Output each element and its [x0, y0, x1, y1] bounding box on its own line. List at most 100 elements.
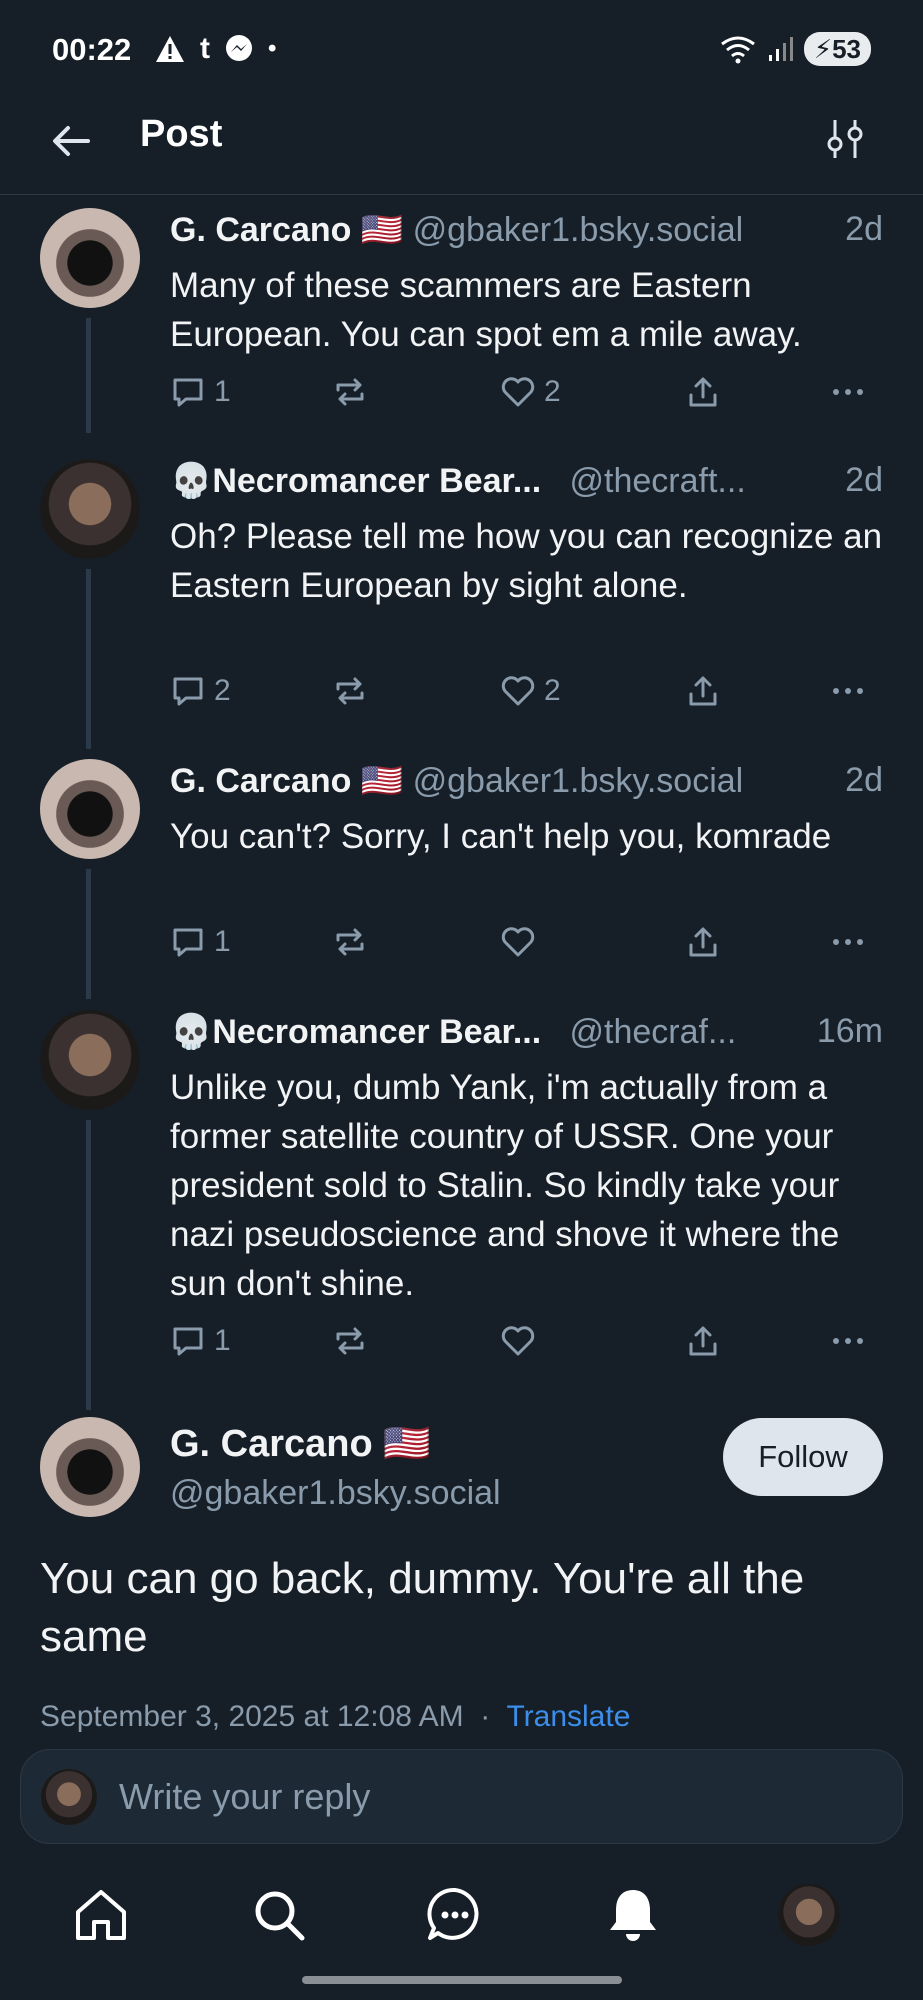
chat-icon[interactable]	[424, 1884, 486, 1946]
share-button[interactable]	[685, 1323, 721, 1359]
share-icon	[689, 676, 717, 706]
like-button[interactable]	[500, 1323, 536, 1359]
main-post-author[interactable]: G. Carcano 🇺🇸	[170, 1422, 431, 1466]
warning-icon	[156, 36, 184, 62]
reply-icon	[173, 928, 203, 957]
post-author: G. Carcano 🇺🇸 @gbaker1.bsky.social	[170, 211, 744, 249]
home-indicator	[302, 1976, 622, 1984]
reply-placeholder[interactable]: Write your reply	[119, 1776, 370, 1818]
reply-composer[interactable]: Write your reply	[20, 1749, 903, 1844]
thread-settings-icon[interactable]	[825, 114, 865, 164]
avatar[interactable]	[40, 759, 140, 859]
reply-button[interactable]: 1	[170, 924, 231, 960]
share-button[interactable]	[685, 924, 721, 960]
like-count: 2	[544, 674, 561, 707]
post-text: You can't? Sorry, I can't help you, komr…	[170, 817, 832, 856]
status-time: 00:22	[52, 32, 132, 67]
more-options-button[interactable]	[830, 374, 866, 410]
reply-count: 1	[214, 1324, 231, 1357]
share-button[interactable]	[685, 374, 721, 410]
post-actions: 1	[170, 924, 885, 968]
post-author: 💀Necromancer Bear... @thecraft...	[170, 462, 746, 500]
heart-icon	[501, 377, 535, 407]
thread-post[interactable]: G. Carcano 🇺🇸 @gbaker1.bsky.social 2d Ma…	[0, 208, 923, 428]
post-time: 16m	[816, 1012, 883, 1050]
reply-icon	[173, 677, 203, 706]
share-icon	[689, 1326, 717, 1356]
repost-icon	[336, 677, 364, 705]
more-icon	[833, 688, 863, 694]
tumblr-icon: t	[200, 32, 210, 65]
battery-indicator: ⚡53	[803, 32, 871, 66]
post-actions: 2 2	[170, 673, 885, 717]
post-text: Many of these scammers are Eastern Europ…	[170, 266, 802, 354]
like-button[interactable]: 2	[500, 374, 561, 410]
signal-icon	[768, 37, 793, 61]
search-icon[interactable]	[248, 1884, 310, 1946]
notification-icons: t •	[154, 32, 276, 66]
avatar[interactable]	[40, 208, 140, 308]
thread-post[interactable]: G. Carcano 🇺🇸 @gbaker1.bsky.social 2d Yo…	[0, 759, 923, 974]
main-post-meta: September 3, 2025 at 12:08 AM · Translat…	[40, 1700, 630, 1734]
post-author: 💀Necromancer Bear... @thecraf...	[170, 1013, 737, 1051]
main-post-avatar[interactable]	[40, 1417, 140, 1517]
avatar	[41, 1769, 97, 1825]
share-button[interactable]	[685, 673, 721, 709]
more-icon	[833, 389, 863, 395]
dot-icon: •	[268, 35, 277, 62]
status-bar: 00:22 t • ⚡53	[0, 0, 923, 100]
home-icon[interactable]	[70, 1884, 132, 1946]
reply-icon	[173, 378, 203, 407]
avatar[interactable]	[40, 459, 140, 559]
repost-icon	[336, 1327, 364, 1355]
main-post-handle[interactable]: @gbaker1.bsky.social	[170, 1474, 501, 1513]
more-options-button[interactable]	[830, 673, 866, 709]
messenger-icon	[226, 35, 252, 61]
reply-count: 1	[214, 375, 231, 408]
post-time: 2d	[845, 210, 883, 248]
reply-button[interactable]: 1	[170, 1323, 231, 1359]
avatar[interactable]	[40, 1010, 140, 1110]
post-author: G. Carcano 🇺🇸 @gbaker1.bsky.social	[170, 762, 744, 800]
heart-icon	[501, 927, 535, 957]
main-post-text: You can go back, dummy. You're all the s…	[40, 1554, 805, 1661]
post-text: Unlike you, dumb Yank, i'm actually from…	[170, 1068, 840, 1303]
share-icon	[689, 377, 717, 407]
meta-separator: ·	[480, 1700, 491, 1733]
like-button[interactable]	[500, 924, 536, 960]
repost-button[interactable]	[332, 673, 368, 709]
like-button[interactable]: 2	[500, 673, 561, 709]
repost-button[interactable]	[332, 924, 368, 960]
more-options-button[interactable]	[830, 924, 866, 960]
share-icon	[689, 927, 717, 957]
repost-button[interactable]	[332, 1323, 368, 1359]
thread-post[interactable]: 💀Necromancer Bear... @thecraft... 2d Oh?…	[0, 459, 923, 719]
post-time: 2d	[845, 761, 883, 799]
post-actions: 1 2	[170, 374, 885, 418]
repost-button[interactable]	[332, 374, 368, 410]
post-header: Post	[0, 100, 923, 195]
reply-icon	[173, 1327, 203, 1356]
more-icon	[833, 939, 863, 945]
profile-avatar-tab[interactable]	[778, 1884, 840, 1946]
post-time: 2d	[845, 461, 883, 499]
repost-icon	[336, 378, 364, 406]
heart-icon	[501, 1326, 535, 1356]
page-title: Post	[140, 113, 223, 155]
heart-icon	[501, 676, 535, 706]
wifi-icon	[720, 36, 755, 64]
post-text: Oh? Please tell me how you can recognize…	[170, 517, 883, 605]
follow-button[interactable]: Follow	[723, 1418, 883, 1496]
reply-count: 2	[214, 674, 231, 707]
translate-link[interactable]: Translate	[506, 1700, 630, 1733]
notifications-bell-icon[interactable]	[602, 1884, 664, 1946]
back-arrow-icon[interactable]	[46, 116, 96, 166]
reply-button[interactable]: 1	[170, 374, 231, 410]
like-count: 2	[544, 375, 561, 408]
thread-post[interactable]: 💀Necromancer Bear... @thecraf... 16m Unl…	[0, 1010, 923, 1380]
main-post-timestamp: September 3, 2025 at 12:08 AM	[40, 1700, 464, 1733]
reply-button[interactable]: 2	[170, 673, 231, 709]
more-options-button[interactable]	[830, 1323, 866, 1359]
repost-icon	[336, 928, 364, 956]
more-icon	[833, 1338, 863, 1344]
